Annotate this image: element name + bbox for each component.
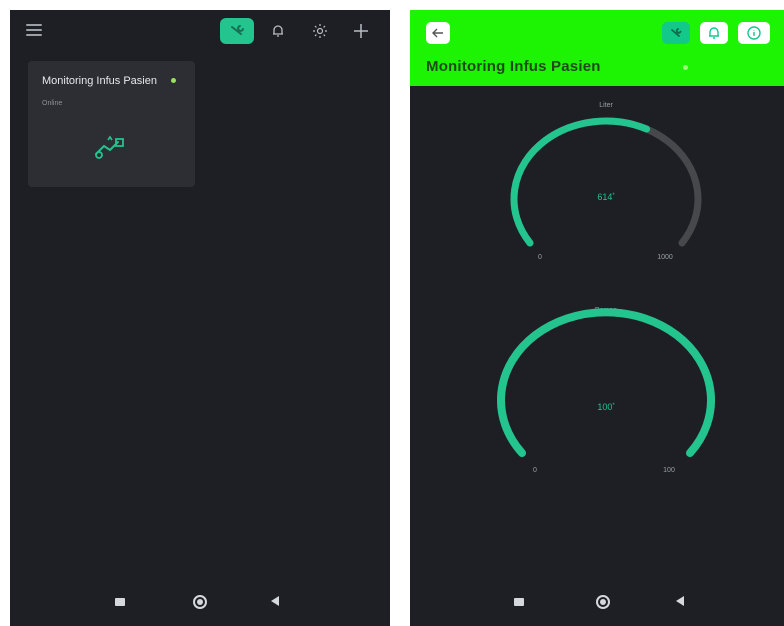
bell-icon[interactable] — [267, 20, 289, 42]
recent-apps-icon[interactable] — [514, 598, 524, 606]
gauge-min-label: 0 — [538, 254, 542, 261]
wrench-icon[interactable] — [220, 18, 254, 44]
system-nav-bar — [410, 582, 784, 626]
device-card[interactable]: Monitoring Infus Pasien Online — [28, 61, 195, 187]
gauge-max-label: 100 — [663, 467, 675, 474]
sun-icon[interactable] — [309, 20, 331, 42]
gauge-value: 614* — [597, 192, 615, 202]
top-bar — [10, 10, 390, 56]
device-detail-screen: Monitoring Infus Pasien Liter 614* 0 100… — [410, 10, 784, 626]
gauge-persen: Persen 100* 0 100 — [497, 307, 715, 474]
gauge-label: Liter — [599, 102, 613, 109]
plus-icon[interactable] — [350, 20, 372, 42]
gauge-value: 100* — [597, 402, 615, 412]
back-icon[interactable] — [271, 596, 279, 606]
gauge-area: Liter 614* 0 1000 Persen 100* 0 100 — [497, 102, 715, 474]
gauge-min-label: 0 — [533, 467, 537, 474]
dashboard-screen: Monitoring Infus Pasien Online — [10, 10, 390, 626]
system-nav-bar — [10, 582, 390, 626]
iv-device-icon — [92, 134, 128, 160]
device-card-title: Monitoring Infus Pasien — [42, 75, 157, 87]
device-card-status: Online — [42, 100, 63, 107]
home-icon[interactable] — [193, 595, 207, 609]
recent-apps-icon[interactable] — [115, 598, 125, 606]
menu-icon[interactable] — [26, 24, 42, 36]
gauge-max-label: 1000 — [657, 254, 673, 261]
gauge-value-arc — [497, 308, 715, 457]
status-dot — [171, 78, 176, 83]
back-icon[interactable] — [676, 596, 684, 606]
home-icon[interactable] — [596, 595, 610, 609]
gauge-liter: Liter 614* 0 1000 — [510, 102, 702, 261]
